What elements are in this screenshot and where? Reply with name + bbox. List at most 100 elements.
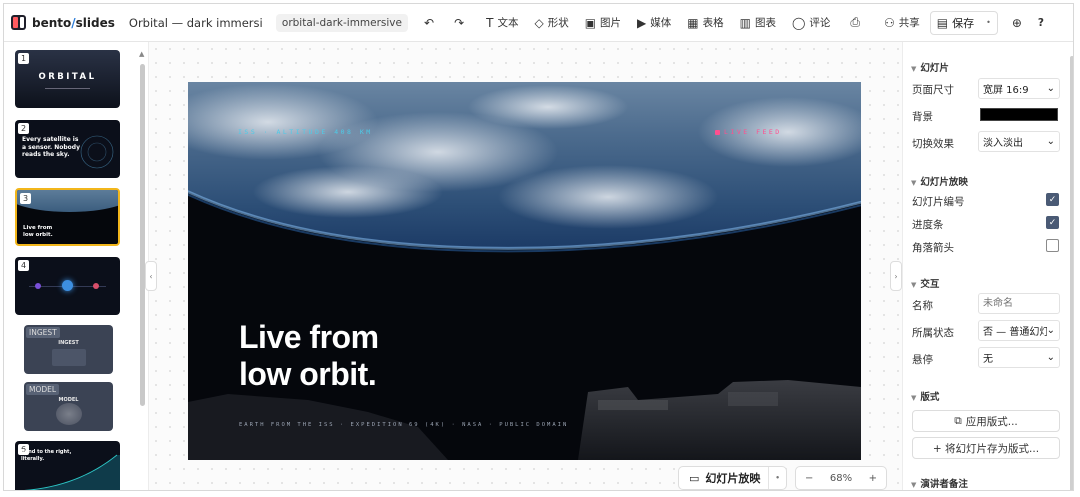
collapse-right-panel-button[interactable]: › [890,261,902,291]
comment-button[interactable]: ◯ 评论 [792,15,830,30]
slideshow-button[interactable]: ▭ 幻灯片放映 [679,467,770,489]
share-button[interactable]: ⚇ 共享 [884,15,920,30]
properties-panel: ▼ 幻灯片 页面尺寸 宽屏 16:9 ⌄ 背景 切换效果 淡入淡出 ⌄ ▼ 幻灯片放映 … [902,42,1073,490]
background-label: 背景 [912,111,933,123]
brand[interactable]: bento/slides [11,15,115,30]
transition-select[interactable]: 淡入淡出 ⌄ [978,131,1060,152]
section-speaker-notes[interactable]: ▼ 演讲者备注 [911,476,968,490]
name-label: 名称 [912,300,933,312]
slide-footer-credit: EARTH FROM THE ISS · EXPEDITION 69 (4K) … [239,422,569,428]
corner-arrows-label: 角落箭头 [912,242,954,254]
caret-down-icon: ▼ [911,179,917,187]
chart-button[interactable]: ▥ 图表 [740,15,776,30]
print-button[interactable]: ⎙ [850,15,860,30]
collapse-left-panel-button[interactable]: ‹ [145,261,157,291]
comment-icon: ◯ [791,15,806,30]
image-icon: ▣ [584,15,597,30]
shape-button[interactable]: ◇ 形状 [534,15,568,30]
text-label: 文本 [497,17,519,29]
slide-thumbnails-panel: 1 ORBITAL 2 Every satellite is a sensor.… [4,42,149,490]
brand-name: bento/slides [32,15,115,30]
help-button[interactable]: ? [1038,17,1044,29]
slide-thumbnail[interactable]: 4 [15,257,120,315]
media-label: 媒体 [650,17,672,29]
page-size-label: 页面尺寸 [912,84,954,96]
printer-icon: ⎙ [850,15,861,29]
orbit-caption: ISS · ALTITUDE 408 KM [238,128,373,136]
slide-thumbnail[interactable]: INGEST INGEST [24,325,113,374]
slide-thumbnail[interactable]: 6 Bend to the right, literally. [15,441,120,490]
scroll-up-icon[interactable]: ▲ [139,50,144,58]
apply-layout-button[interactable]: ⧉ 应用版式... [912,410,1060,432]
help-label: ? [1037,16,1044,29]
save-button[interactable]: ▤ 保存 • [929,10,998,35]
slide-number: 3 [20,193,32,204]
slide-canvas: ‹ › ISS · ALTITUDE 408 KM LIVE FEED Live… [145,42,902,490]
section-slideshow[interactable]: ▼ 幻灯片放映 [911,174,968,188]
redo-icon: ↷ [454,15,465,30]
slide-number: 2 [18,123,30,134]
media-button[interactable]: ▶ 媒体 [637,15,671,30]
slideshow-options-icon[interactable]: • [769,474,785,482]
corner-arrows-checkbox[interactable] [1046,239,1059,252]
dot [35,283,41,289]
comment-label: 评论 [809,17,831,29]
present-icon: ▭ [689,471,700,485]
save-as-layout-button[interactable]: + 将幻灯片存为版式... [912,437,1060,459]
progress-bar-checkbox[interactable]: ✓ [1046,216,1059,229]
slide-thumbnail[interactable]: 2 Every satellite is a sensor. Nobody re… [15,120,120,178]
earth-from-orbit-image [188,82,861,460]
redo-button[interactable]: ↷ [454,16,464,30]
section-interaction[interactable]: ▼ 交互 [911,276,939,290]
globe-icon: ⊕ [1011,15,1022,30]
image-button[interactable]: ▣ 图片 [585,15,621,30]
slide-thumb-title: Live from low orbit. [23,225,53,238]
current-slide[interactable]: ISS · ALTITUDE 408 KM LIVE FEED Live fro… [188,82,861,460]
table-button[interactable]: ▦ 表格 [687,15,723,30]
live-caption: LIVE FEED [715,128,782,136]
thumbnails-scrollbar[interactable] [140,64,145,406]
slide-thumb-title: INGEST [58,340,79,346]
section-layout[interactable]: ▼ 版式 [911,389,939,403]
shape-icon: ◇ [534,15,544,30]
undo-button[interactable]: ↶ [424,16,434,30]
state-select[interactable]: 否 — 普通幻灯片⌄ [978,320,1060,341]
page-size-select[interactable]: 宽屏 16:9 ⌄ [978,78,1060,99]
slide-number-checkbox[interactable]: ✓ [1046,193,1059,206]
layout-icon: ⧉ [954,414,962,427]
section-slide[interactable]: ▼ 幻灯片 [911,60,949,74]
slideshow-label: 幻灯片放映 [705,472,761,485]
zoom-in-button[interactable]: + [869,473,877,484]
app-window: bento/slides Orbital — dark immersive te… [3,3,1074,491]
caret-down-icon: ▼ [911,65,917,73]
image-label: 图片 [600,17,622,29]
shape-label: 形状 [547,17,569,29]
save-icon: ▤ [936,15,949,30]
hover-select[interactable]: 无 ⌄ [978,347,1060,368]
slide-name-input[interactable] [978,293,1060,314]
chevron-down-icon: ⌄ [1046,325,1055,336]
save-dropdown-icon[interactable]: • [986,18,991,27]
slide-thumbnail[interactable]: MODEL MODEL [24,382,113,431]
slide-thumbnail-selected[interactable]: 3 Live from low orbit. [15,188,120,246]
chevron-down-icon: ⌄ [1046,83,1055,94]
section-title: 交互 [920,279,940,290]
state-value: 否 — 普通幻灯片 [983,327,1047,338]
language-button[interactable]: ⊕ [1012,16,1022,30]
caret-down-icon: ▼ [911,281,917,289]
properties-scrollbar[interactable] [1070,56,1073,490]
text-button[interactable]: T 文本 [486,15,518,30]
template-slug[interactable]: orbital-dark-immersive [275,13,408,32]
slide-thumb-title: ORBITAL [38,72,97,82]
section-title: 幻灯片放映 [920,177,968,188]
slide-headline[interactable]: Live from low orbit. [239,319,379,393]
slide-number-label: 幻灯片编号 [912,196,965,208]
document-title[interactable]: Orbital — dark immersive template [129,16,262,30]
headline-line-2: low orbit. [239,356,377,392]
zoom-out-button[interactable]: − [805,473,813,484]
zoom-level[interactable]: 68% [830,473,852,484]
slide-thumbnail[interactable]: 1 ORBITAL [15,50,120,108]
background-color-swatch[interactable] [980,108,1058,121]
orbit-graphic [80,135,114,169]
slideshow-control: ▭ 幻灯片放映 • [678,466,787,490]
